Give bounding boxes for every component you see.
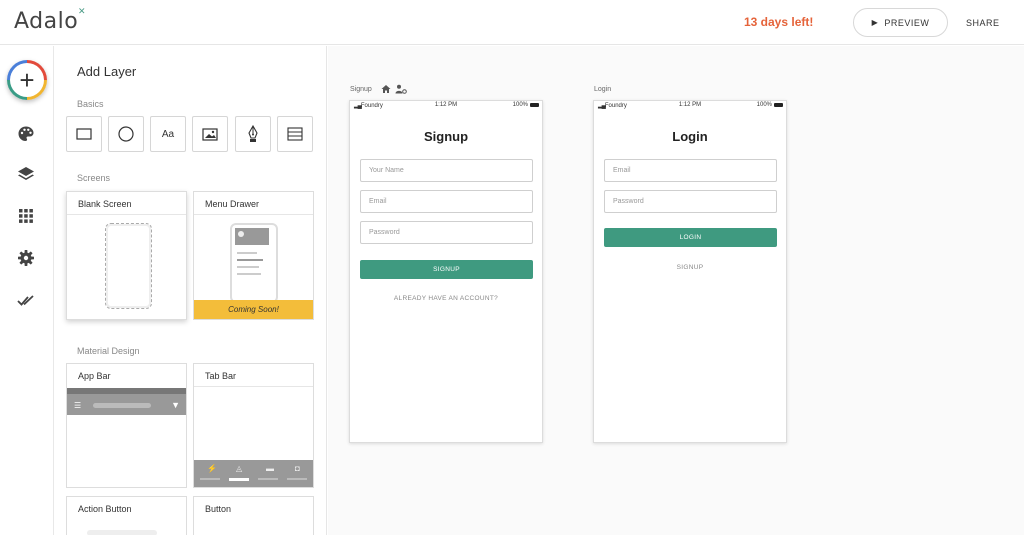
gear-icon[interactable] xyxy=(16,248,36,268)
menu-icon: ☰ xyxy=(74,401,82,410)
button-card[interactable]: Button xyxy=(193,496,314,535)
tab-bar-preview: ⚡ ◬ ▬ ◘ xyxy=(194,460,313,487)
card-label: Blank Screen xyxy=(78,199,132,209)
card-label: Action Button xyxy=(78,504,132,514)
signup-link[interactable]: SIGNUP xyxy=(594,264,786,271)
home-icon xyxy=(381,85,391,93)
email-field[interactable]: Email xyxy=(604,159,777,182)
add-icon[interactable]: + xyxy=(7,60,47,100)
layers-icon[interactable] xyxy=(16,164,36,184)
login-button[interactable]: LOGIN xyxy=(604,228,777,247)
screen-label[interactable]: Signup xyxy=(350,86,372,93)
app-bar-card[interactable]: App Bar ☰ ▼ xyxy=(66,363,187,488)
screen-label[interactable]: Login xyxy=(594,86,611,93)
list-tool[interactable] xyxy=(277,116,313,152)
battery-icon xyxy=(530,103,539,107)
battery-percent: 100% xyxy=(512,102,528,108)
blank-screen-card[interactable]: Blank Screen xyxy=(66,191,187,320)
card-label: Tab Bar xyxy=(205,371,237,381)
trial-days-left[interactable]: 13 days left! xyxy=(744,15,813,29)
text-tool[interactable]: Aa xyxy=(150,116,186,152)
signup-screen[interactable]: ▂▄Foundry 1:12 PM 100% Signup Your Name … xyxy=(349,100,543,443)
signup-button[interactable]: SIGNUP xyxy=(360,260,533,279)
material-design-label: Material Design xyxy=(77,346,140,356)
screen-title: Login xyxy=(672,129,708,144)
card-label: Menu Drawer xyxy=(205,199,260,209)
status-bar: ▂▄Foundry 1:12 PM 100% xyxy=(594,101,786,110)
adalo-logo[interactable]: Adalo xyxy=(14,9,78,34)
login-screen[interactable]: ▂▄Foundry 1:12 PM 100% Login Email Passw… xyxy=(593,100,787,443)
left-toolbar: + xyxy=(0,46,54,535)
coming-soon-badge: Coming Soon! xyxy=(194,300,313,319)
battery-percent: 100% xyxy=(756,102,772,108)
chevron-down-icon: ▼ xyxy=(171,400,180,410)
login-link[interactable]: ALREADY HAVE AN ACCOUNT? xyxy=(350,295,542,302)
rectangle-tool[interactable] xyxy=(66,116,102,152)
action-button-card[interactable]: Action Button xyxy=(66,496,187,535)
image-tool[interactable] xyxy=(192,116,228,152)
pen-tool[interactable] xyxy=(235,116,271,152)
ellipse-tool[interactable] xyxy=(108,116,144,152)
play-icon: ▶ xyxy=(871,18,879,27)
text-icon: Aa xyxy=(161,128,175,140)
status-bar: ▂▄Foundry 1:12 PM 100% xyxy=(350,101,542,110)
name-field[interactable]: Your Name xyxy=(360,159,533,182)
blank-phone-outline xyxy=(105,223,152,309)
preview-label: PREVIEW xyxy=(884,17,930,28)
menu-drawer-phone xyxy=(230,223,278,303)
share-button[interactable]: SHARE xyxy=(966,18,1000,28)
tab-icon: ◬ xyxy=(236,464,243,473)
tab-icon: ⚡ xyxy=(207,464,217,473)
pen-icon xyxy=(248,125,258,142)
menu-drawer-card[interactable]: Menu Drawer Coming Soon! xyxy=(193,191,314,320)
preview-button[interactable]: ▶ PREVIEW xyxy=(853,8,948,37)
palette-icon[interactable] xyxy=(16,124,36,144)
panel-title: Add Layer xyxy=(77,64,137,79)
screen-title: Signup xyxy=(423,129,469,144)
list-icon xyxy=(287,127,303,141)
top-bar: Adalo ✕ 13 days left! ▶ PREVIEW SHARE xyxy=(0,0,1024,45)
battery-icon xyxy=(774,103,783,107)
card-label: Button xyxy=(205,504,232,514)
user-settings-icon xyxy=(395,84,407,94)
canvas[interactable]: Signup ▂▄Foundry 1:12 PM 100% Signup You… xyxy=(328,46,1024,535)
tab-bar-card[interactable]: Tab Bar ⚡ ◬ ▬ ◘ xyxy=(193,363,314,488)
screens-label: Screens xyxy=(77,173,111,183)
password-field[interactable]: Password xyxy=(360,221,533,244)
email-field[interactable]: Email xyxy=(360,190,533,213)
tab-icon: ▬ xyxy=(266,464,274,473)
image-icon xyxy=(202,127,218,141)
card-label: App Bar xyxy=(78,371,111,381)
app-bar-preview: ☰ ▼ xyxy=(67,388,186,415)
rectangle-icon xyxy=(76,128,92,140)
checkmark-icon[interactable] xyxy=(16,290,36,310)
tab-icon: ◘ xyxy=(295,464,300,473)
basics-label: Basics xyxy=(77,99,104,109)
logo-sparkle-icon: ✕ xyxy=(78,6,86,16)
password-field[interactable]: Password xyxy=(604,190,777,213)
grid-icon[interactable] xyxy=(16,206,36,226)
ellipse-icon xyxy=(118,126,134,142)
add-layer-panel: Add Layer Basics Aa Screens Blank Screen xyxy=(55,46,327,535)
